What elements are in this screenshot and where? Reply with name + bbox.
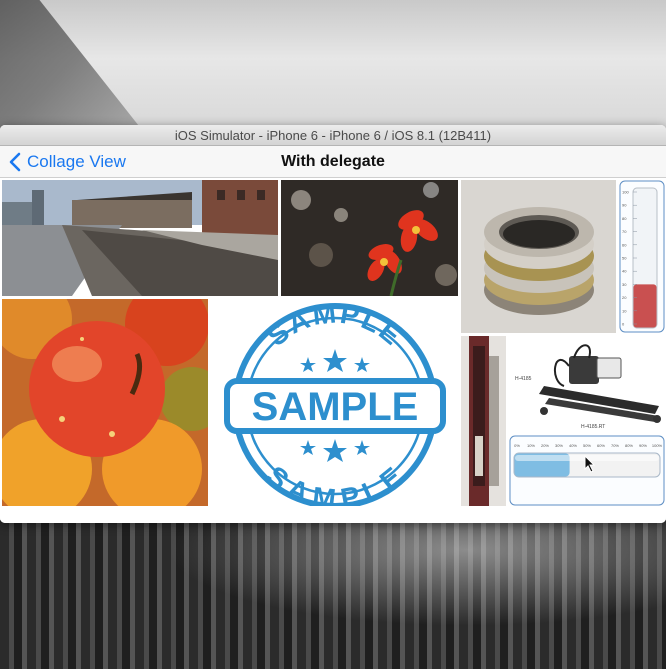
collage-view: 100 90 80 70 60 50 40 30 20 10 0 SAMPLE … [0,179,666,523]
wallpaper-forest [0,520,666,669]
progress-tick-label: 100% [652,443,663,448]
machine-label-b: H-4185.RT [581,424,605,430]
collage-image-sample-stamp[interactable]: SAMPLE SAMPLE SAMPLE [211,299,459,506]
progress-tick-label: 40% [569,443,577,448]
tank-tick-label: 10 [622,308,627,313]
tank-tick-label: 80 [622,216,627,221]
collage-image-rings[interactable] [461,180,616,333]
mouse-cursor-icon [584,455,596,473]
tank-fill-level [633,284,657,328]
progress-tick-label: 10% [527,443,535,448]
progress-tick-label: 90% [639,443,647,448]
window-title: iOS Simulator - iPhone 6 - iPhone 6 / iO… [174,128,492,143]
page-title: With delegate [281,153,385,170]
flowers-photo [281,180,458,296]
progress-tick-label: 20% [541,443,549,448]
tall-device-photo [461,336,506,506]
stamp-bottom-text: SAMPLE [261,460,408,506]
tank-tick-label: 70 [622,229,627,234]
tank-tick-label: 50 [622,256,627,261]
svg-text:SAMPLE: SAMPLE [261,460,410,506]
tank-tick-label: 100 [622,190,629,195]
collage-image-tank-gauge[interactable]: 100 90 80 70 60 50 40 30 20 10 0 [619,180,665,333]
rings-photo [461,180,616,333]
progress-tick-label: 80% [625,443,633,448]
collage-image-harbor[interactable] [2,180,278,296]
tank-tick-label: 90 [622,203,627,208]
machine-label-a: H-4185 [515,376,532,382]
svg-text:SAMPLE: SAMPLE [261,299,409,352]
window-titlebar[interactable]: iOS Simulator - iPhone 6 - iPhone 6 / iO… [0,125,666,146]
progress-tick-label: 50% [583,443,591,448]
stamp-center-text: SAMPLE [252,385,419,429]
tank-gauge: 1009080706050403020100 [619,180,665,333]
stamp-top-text: SAMPLE [261,299,407,352]
tank-tick-label: 40 [622,269,627,274]
sample-stamp: SAMPLE SAMPLE SAMPLE [224,299,446,506]
progress-tick-label: 60% [597,443,605,448]
tank-tick-label: 30 [622,282,627,287]
progress-tick-label: 0% [514,443,520,448]
simulator-window: iOS Simulator - iPhone 6 - iPhone 6 / iO… [0,125,666,523]
apples-photo [2,299,208,506]
tank-tick-label: 20 [622,295,627,300]
navigation-bar: Collage View With delegate [0,146,666,178]
collage-image-machine[interactable]: H-4185 H-4185.RT [509,336,665,432]
collage-image-flowers[interactable] [281,180,458,296]
tank-tick-label: 60 [622,242,627,247]
harbor-photo [2,180,278,296]
collage-image-apples[interactable] [2,299,208,506]
progress-tick-label: 30% [555,443,563,448]
machine-diagram: H-4185 H-4185.RT [515,344,661,430]
progress-tick-label: 70% [611,443,619,448]
collage-image-tall-device[interactable] [461,336,506,506]
